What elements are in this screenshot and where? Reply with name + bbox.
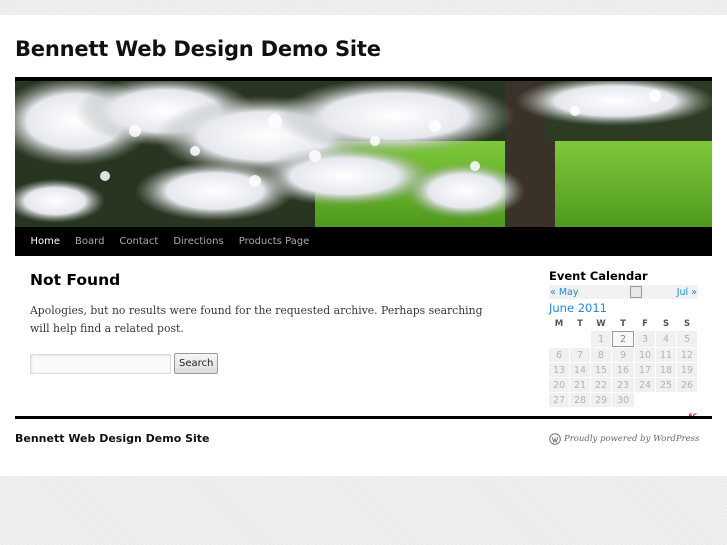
header-image[interactable]	[15, 77, 712, 231]
calendar-empty-cell	[549, 331, 569, 347]
calendar-day[interactable]: 13	[549, 363, 569, 377]
calendar-day[interactable]: 29	[591, 393, 611, 407]
nav-item-products-page[interactable]: Products Page	[231, 236, 317, 247]
not-found-message: Apologies, but no results were found for…	[30, 304, 483, 335]
calendar-week: 27 28 29 30	[549, 393, 697, 407]
rss-icon[interactable]	[629, 286, 642, 298]
calendar-weekday: M	[554, 318, 564, 329]
calendar-weekday: W	[596, 318, 606, 329]
calendar-empty-cell	[656, 393, 676, 407]
nav-item-contact[interactable]: Contact	[112, 236, 166, 247]
calendar-day[interactable]: 25	[656, 378, 676, 392]
calendar-nav: « May Jul »	[549, 285, 698, 299]
calendar-day[interactable]: 23	[612, 378, 634, 392]
calendar-day[interactable]: 16	[612, 363, 634, 377]
calendar-grid: MTWTFSS 1 2 3 4 5 6 7 8 9 10 11 12 13 14 15 16 17 18 19 20 2…	[548, 316, 698, 408]
footer-site-title[interactable]: Bennett Web Design Demo Site	[15, 432, 210, 445]
calendar-month: June 2011	[549, 301, 607, 315]
main-navigation: Home Board Contact Directions Products P…	[15, 227, 712, 256]
calendar-day-today[interactable]: 2	[612, 331, 634, 347]
calendar-weekday: S	[683, 318, 691, 329]
calendar-next-link[interactable]: Jul »	[677, 287, 698, 298]
site-generator[interactable]: Proudly powered by WordPress	[549, 433, 699, 445]
nav-item-board[interactable]: Board	[68, 236, 112, 247]
calendar-weekday: F	[642, 318, 648, 329]
calendar-empty-cell	[635, 393, 655, 407]
calendar-day[interactable]: 21	[570, 378, 590, 392]
calendar-day[interactable]: 19	[677, 363, 697, 377]
calendar-day[interactable]: 10	[635, 348, 655, 362]
calendar-week: 20 21 22 23 24 25 26	[549, 378, 697, 392]
calendar-day[interactable]: 12	[677, 348, 697, 362]
calendar-day[interactable]: 18	[656, 363, 676, 377]
calendar-week: 12345	[549, 331, 697, 347]
calendar-day[interactable]: 17	[635, 363, 655, 377]
calendar-weekday: T	[577, 318, 583, 329]
calendar-day[interactable]: 30	[612, 393, 634, 407]
calendar-prev-link[interactable]: « May	[549, 287, 578, 298]
generator-text: Proudly powered by WordPress	[564, 434, 700, 444]
calendar-day[interactable]: 1	[591, 331, 611, 347]
calendar-day[interactable]: 14	[570, 363, 590, 377]
calendar-day[interactable]: 4	[656, 331, 676, 347]
search-button[interactable]: Search	[174, 353, 219, 374]
calendar-day[interactable]: 15	[591, 363, 611, 377]
calendar-day[interactable]: 24	[635, 378, 655, 392]
calendar-day[interactable]: 28	[570, 393, 590, 407]
calendar-weekday: T	[620, 318, 626, 329]
calendar-week: 6 7 8 9 10 11 12	[549, 348, 697, 362]
calendar-day[interactable]: 22	[591, 378, 611, 392]
calendar-week: 13 14 15 16 17 18 19	[549, 363, 697, 377]
calendar-day[interactable]: 20	[549, 378, 569, 392]
page-title: Not Found	[30, 271, 121, 289]
calendar-day[interactable]: 7	[570, 348, 590, 362]
wordpress-logo-icon	[549, 433, 561, 445]
calendar-day[interactable]: 9	[612, 348, 634, 362]
search-form: Search	[30, 353, 219, 374]
calendar-day[interactable]: 27	[549, 393, 569, 407]
calendar-weekday: S	[662, 318, 670, 329]
calendar-day[interactable]: 6	[549, 348, 569, 362]
nav-item-directions[interactable]: Directions	[166, 236, 231, 247]
widget-title: Event Calendar	[549, 269, 648, 283]
calendar-empty-cell	[677, 393, 697, 407]
calendar-day[interactable]: 5	[677, 331, 697, 347]
search-input[interactable]	[30, 353, 171, 374]
calendar-day[interactable]: 11	[656, 348, 676, 362]
footer-divider	[15, 416, 712, 419]
main-content: Not Found Apologies, but no results were…	[30, 271, 510, 374]
site-title[interactable]: Bennett Web Design Demo Site	[15, 37, 381, 61]
nav-item-home[interactable]: Home	[23, 236, 68, 247]
calendar-empty-cell	[570, 331, 590, 347]
calendar-day[interactable]: 8	[591, 348, 611, 362]
calendar-day[interactable]: 26	[677, 378, 697, 392]
event-calendar-widget: Event Calendar « May Jul » June 2011 M T W…	[548, 269, 698, 420]
calendar-day[interactable]: 3	[635, 331, 655, 347]
